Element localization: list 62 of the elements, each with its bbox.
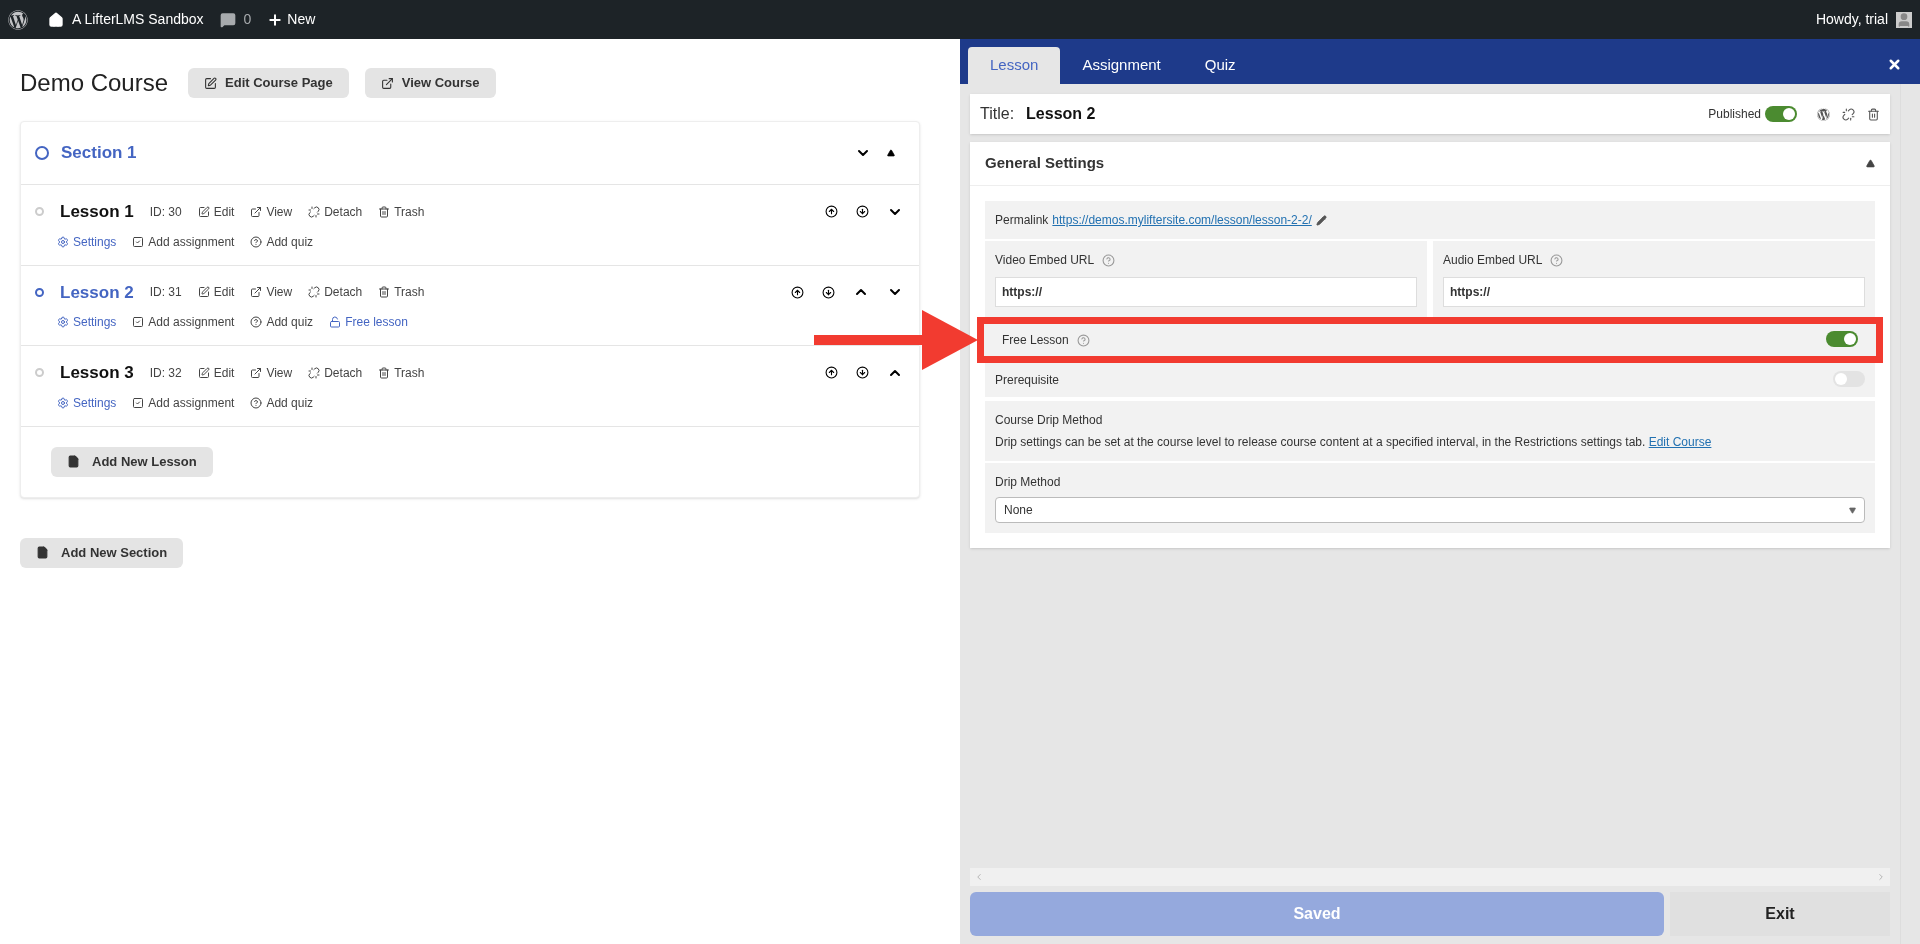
field-label: Video Embed URL (995, 252, 1095, 269)
prerequisite-label: Prerequisite (995, 372, 1060, 389)
lesson-link[interactable]: Settings (57, 313, 117, 331)
lesson-row[interactable]: Lesson 3 ID: 32 Edit View Detach Trash Settings Add assignment Add quiz (21, 346, 919, 427)
field-label: Audio Embed URL (1443, 252, 1543, 269)
add-lesson-button[interactable]: Add New Lesson (51, 446, 213, 477)
lesson-link[interactable]: Add assignment (132, 232, 235, 251)
lesson-link[interactable]: Add quiz (250, 232, 314, 251)
drip-description: Drip settings can be set at the course level to release course content at a specified interval, in the Restrictions settings tab. Edit Course (995, 434, 1713, 451)
section-title[interactable]: Section 1 (61, 140, 137, 166)
course-title: Demo Course (20, 68, 169, 98)
edit-course-link[interactable]: Edit Course (1648, 435, 1712, 449)
lesson-action-link[interactable]: Detach (308, 283, 363, 302)
lesson-action-link[interactable]: Trash (378, 363, 425, 382)
permalink-link[interactable]: https://demos.myliftersite.com/lesson/lesson-2-2/ (1052, 211, 1312, 229)
title-field[interactable]: Lesson 2 (1026, 102, 1096, 126)
lesson-action-link[interactable]: View (250, 202, 293, 221)
panel-tab[interactable]: Assignment (1060, 47, 1183, 84)
drip-method-label: Drip Method (995, 474, 1062, 491)
site-name-link[interactable]: A LifterLMS Sandbox (72, 9, 204, 30)
lesson-action-link[interactable]: Detach (308, 202, 363, 221)
lesson-id: ID: 32 (149, 364, 182, 382)
drip-heading: Course Drip Method (995, 412, 1104, 429)
lesson-id: ID: 31 (149, 284, 182, 302)
lesson-link[interactable]: Settings (57, 232, 117, 251)
lesson-id: ID: 30 (149, 203, 182, 221)
course-button[interactable]: Edit Course Page (188, 68, 349, 98)
url-field[interactable]: https:// (1443, 277, 1865, 307)
greeting[interactable]: Howdy, trial (1815, 9, 1888, 30)
lesson-title[interactable]: Lesson 3 (60, 360, 134, 386)
lesson-link[interactable]: Settings (57, 393, 117, 412)
comment-count[interactable]: 0 (243, 9, 252, 30)
lesson-title[interactable]: Lesson 2 (60, 279, 134, 305)
lesson-action-link[interactable]: View (250, 283, 293, 302)
add-section-button[interactable]: Add New Section (20, 537, 184, 568)
lesson-link[interactable]: Add assignment (132, 313, 235, 331)
lesson-link[interactable]: Add quiz (250, 393, 314, 412)
lesson-link[interactable]: Add quiz (250, 313, 314, 331)
lesson-action-link[interactable]: Detach (308, 363, 363, 382)
url-field[interactable]: https:// (995, 277, 1417, 307)
lesson-action-link[interactable]: Trash (378, 283, 425, 302)
published-label: Published (1708, 106, 1761, 123)
course-button[interactable]: View Course (364, 68, 496, 98)
lesson-title[interactable]: Lesson 1 (60, 199, 134, 225)
free-lesson-label: Free Lesson (1002, 332, 1069, 349)
lesson-row[interactable]: Lesson 2 ID: 31 Edit View Detach Trash Settings Add assignment Add quiz Free lesson (21, 265, 919, 346)
settings-heading[interactable]: General Settings (985, 152, 1105, 175)
permalink-label: Permalink (995, 212, 1049, 229)
lesson-link[interactable]: Add assignment (132, 393, 235, 412)
lesson-link[interactable]: Free lesson (329, 313, 408, 331)
panel-tab[interactable]: Lesson (968, 47, 1061, 84)
lesson-action-link[interactable]: Edit (197, 202, 235, 221)
lesson-action-link[interactable]: Edit (197, 283, 235, 302)
title-label: Title: (980, 104, 1015, 124)
panel-tab[interactable]: Quiz (1182, 47, 1258, 84)
lesson-action-link[interactable]: Trash (378, 202, 425, 221)
lesson-action-link[interactable]: Edit (197, 363, 235, 382)
drip-method-select[interactable]: None (995, 497, 1865, 523)
lesson-row[interactable]: Lesson 1 ID: 30 Edit View Detach Trash Settings Add assignment Add quiz (21, 185, 919, 266)
lesson-action-link[interactable]: View (250, 363, 293, 382)
new-link[interactable]: New (287, 9, 316, 30)
exit-button[interactable]: Exit (1670, 892, 1890, 936)
